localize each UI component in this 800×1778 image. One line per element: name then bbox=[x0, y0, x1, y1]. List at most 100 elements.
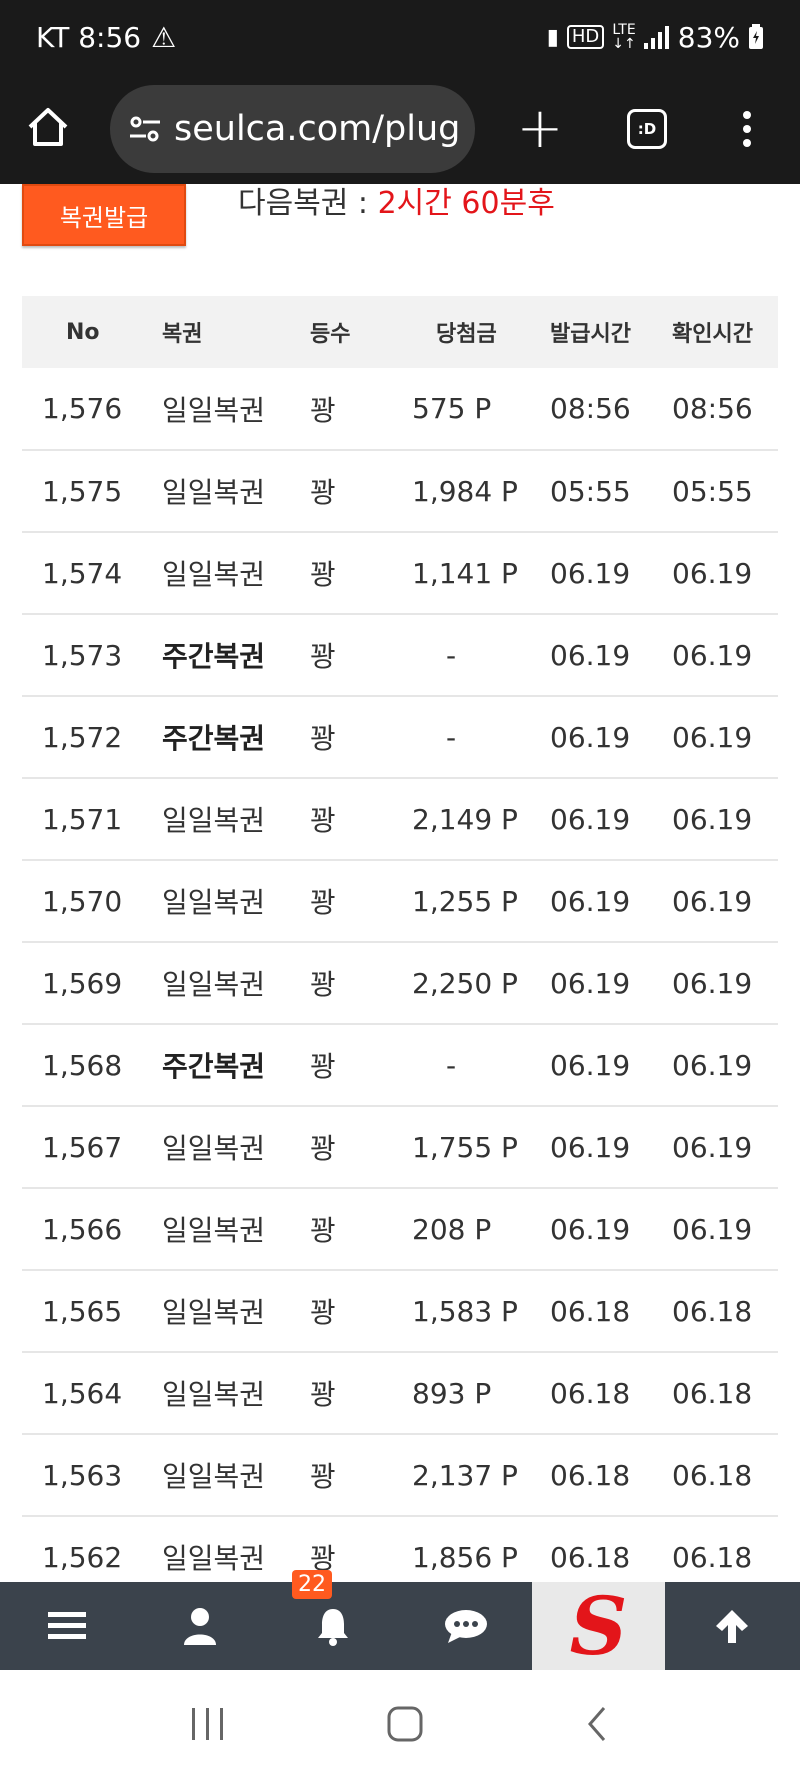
bell-icon bbox=[317, 1609, 348, 1646]
cell-check-time: 06.19 bbox=[672, 556, 753, 590]
header-lottery: 복권 bbox=[162, 322, 203, 347]
site-logo-button[interactable]: S bbox=[532, 1579, 665, 1673]
next-lottery-info: 다음복권 : 2시간 60분후 bbox=[238, 184, 555, 224]
cell-rank: 꽝 bbox=[310, 1132, 336, 1165]
cell-rank: 꽝 bbox=[310, 1214, 336, 1247]
page-content: 복권발급 다음복권 : 2시간 60분후 No 복권 등수 당첨금 발급시간 확… bbox=[0, 184, 800, 1582]
status-left: KT 8:56 ⚠ bbox=[36, 21, 176, 54]
cell-lottery-type: 일일복권 bbox=[162, 886, 266, 919]
cell-issue-time: 06.19 bbox=[550, 556, 631, 590]
cell-lottery-type: 일일복권 bbox=[162, 558, 266, 591]
menu-icon bbox=[47, 1612, 86, 1639]
cell-no: 1,566 bbox=[42, 1212, 123, 1246]
cell-no: 1,567 bbox=[42, 1130, 123, 1164]
cell-issue-time: 06.19 bbox=[550, 884, 631, 918]
cell-issue-time: 06.19 bbox=[550, 1048, 631, 1082]
notification-badge: 22 bbox=[292, 1570, 332, 1599]
cell-rank: 꽝 bbox=[310, 722, 336, 755]
cell-issue-time: 06.19 bbox=[550, 720, 631, 754]
cell-prize: 1,856 P bbox=[412, 1540, 518, 1574]
cell-issue-time: 06.19 bbox=[550, 966, 631, 1000]
table-row: 1,564 일일복권 꽝 893 P 06.18 06.18 bbox=[22, 1352, 778, 1434]
notifications-button[interactable]: 22 bbox=[266, 1570, 399, 1670]
cell-lottery-type: 주간복권 bbox=[162, 722, 266, 755]
cell-check-time: 06.18 bbox=[672, 1540, 753, 1574]
network-label: LTE bbox=[612, 22, 636, 38]
lottery-history-table: No 복권 등수 당첨금 발급시간 확인시간 1,576 일일복권 꽝 575 P 08… bbox=[22, 296, 778, 1582]
hd-icon: HD bbox=[566, 25, 605, 49]
browser-toolbar: seulca.com/plug + :D bbox=[0, 74, 800, 184]
cell-issue-time: 06.19 bbox=[550, 638, 631, 672]
table-row: 1,571 일일복권 꽝 2,149 P 06.19 06.19 bbox=[22, 778, 778, 860]
user-icon bbox=[183, 1608, 216, 1645]
home-button[interactable] bbox=[26, 105, 82, 153]
table-row: 1,576 일일복권 꽝 575 P 08:56 08:56 bbox=[22, 368, 778, 450]
table-row: 1,567 일일복권 꽝 1,755 P 06.19 06.19 bbox=[22, 1106, 778, 1188]
scroll-top-button[interactable] bbox=[665, 1582, 798, 1670]
tab-switcher-button[interactable]: :D bbox=[627, 109, 667, 149]
cell-issue-time: 08:56 bbox=[550, 392, 631, 425]
cell-rank: 꽝 bbox=[310, 1296, 336, 1329]
cell-lottery-type: 일일복권 bbox=[162, 393, 266, 427]
cell-lottery-type: 주간복권 bbox=[162, 1050, 266, 1083]
cell-prize: 208 P bbox=[412, 1212, 492, 1246]
home-icon bbox=[28, 108, 68, 146]
cell-rank: 꽝 bbox=[310, 968, 336, 1001]
cell-check-time: 06.19 bbox=[672, 720, 753, 754]
cell-issue-time: 05:55 bbox=[550, 474, 631, 508]
cell-lottery-type: 일일복권 bbox=[162, 968, 266, 1001]
profile-button[interactable] bbox=[133, 1582, 266, 1670]
battery-percent: 83% bbox=[677, 20, 740, 54]
recent-apps-icon[interactable] bbox=[188, 1706, 228, 1742]
table-row: 1,574 일일복권 꽝 1,141 P 06.19 06.19 bbox=[22, 532, 778, 614]
cell-rank: 꽝 bbox=[310, 640, 336, 673]
cell-lottery-type: 일일복권 bbox=[162, 476, 266, 509]
cell-rank: 꽝 bbox=[310, 476, 336, 509]
cell-lottery-type: 일일복권 bbox=[162, 1542, 266, 1575]
table-row: 1,563 일일복권 꽝 2,137 P 06.18 06.18 bbox=[22, 1434, 778, 1516]
cell-rank: 꽝 bbox=[310, 1460, 336, 1493]
cell-no: 1,565 bbox=[42, 1294, 123, 1328]
cell-lottery-type: 일일복권 bbox=[162, 1296, 266, 1329]
menu-button[interactable] bbox=[0, 1582, 133, 1670]
cell-prize: 1,583 P bbox=[412, 1294, 518, 1328]
cell-check-time: 06.19 bbox=[672, 1212, 753, 1246]
system-nav-bar bbox=[0, 1670, 800, 1778]
cell-issue-time: 06.19 bbox=[550, 1130, 631, 1164]
cell-prize: 1,141 P bbox=[412, 556, 518, 590]
cell-prize: 2,137 P bbox=[412, 1458, 518, 1492]
table-row: 1,575 일일복권 꽝 1,984 P 05:55 05:55 bbox=[22, 450, 778, 532]
header-issue-time: 발급시간 bbox=[550, 322, 631, 347]
table-row: 1,573 주간복권 꽝 - 06.19 06.19 bbox=[22, 614, 778, 696]
table-row: 1,566 일일복권 꽝 208 P 06.19 06.19 bbox=[22, 1188, 778, 1270]
cell-prize: 2,250 P bbox=[412, 966, 518, 1000]
chat-button[interactable] bbox=[399, 1582, 532, 1670]
back-icon[interactable] bbox=[582, 1704, 612, 1744]
cell-check-time: 06.19 bbox=[672, 1048, 753, 1082]
carrier-time: KT 8:56 bbox=[36, 20, 142, 54]
issue-lottery-button[interactable]: 복권발급 bbox=[22, 184, 186, 246]
new-tab-button[interactable]: + bbox=[515, 101, 565, 157]
battery-icon bbox=[749, 24, 763, 49]
home-nav-icon[interactable] bbox=[385, 1704, 425, 1744]
site-settings-icon[interactable] bbox=[128, 112, 162, 146]
cell-no: 1,574 bbox=[42, 556, 123, 590]
site-logo: S bbox=[569, 1579, 628, 1673]
warning-icon: ⚠ bbox=[151, 20, 177, 54]
cell-check-time: 06.18 bbox=[672, 1376, 753, 1410]
cell-prize: 1,984 P bbox=[412, 474, 518, 508]
cell-no: 1,571 bbox=[42, 802, 123, 836]
cell-check-time: 06.18 bbox=[672, 1294, 753, 1328]
cell-prize: - bbox=[446, 638, 457, 672]
battery-saver-icon: ▮ bbox=[546, 24, 559, 50]
cell-rank: 꽝 bbox=[310, 393, 336, 427]
browser-menu-button[interactable] bbox=[743, 111, 751, 147]
cell-rank: 꽝 bbox=[310, 804, 336, 837]
header-prize: 당첨금 bbox=[436, 322, 497, 347]
cell-no: 1,569 bbox=[42, 966, 123, 1000]
cell-prize: 893 P bbox=[412, 1376, 492, 1410]
cell-check-time: 06.19 bbox=[672, 802, 753, 836]
cell-issue-time: 06.18 bbox=[550, 1294, 631, 1328]
address-bar[interactable]: seulca.com/plug bbox=[110, 85, 475, 173]
cell-rank: 꽝 bbox=[310, 558, 336, 591]
